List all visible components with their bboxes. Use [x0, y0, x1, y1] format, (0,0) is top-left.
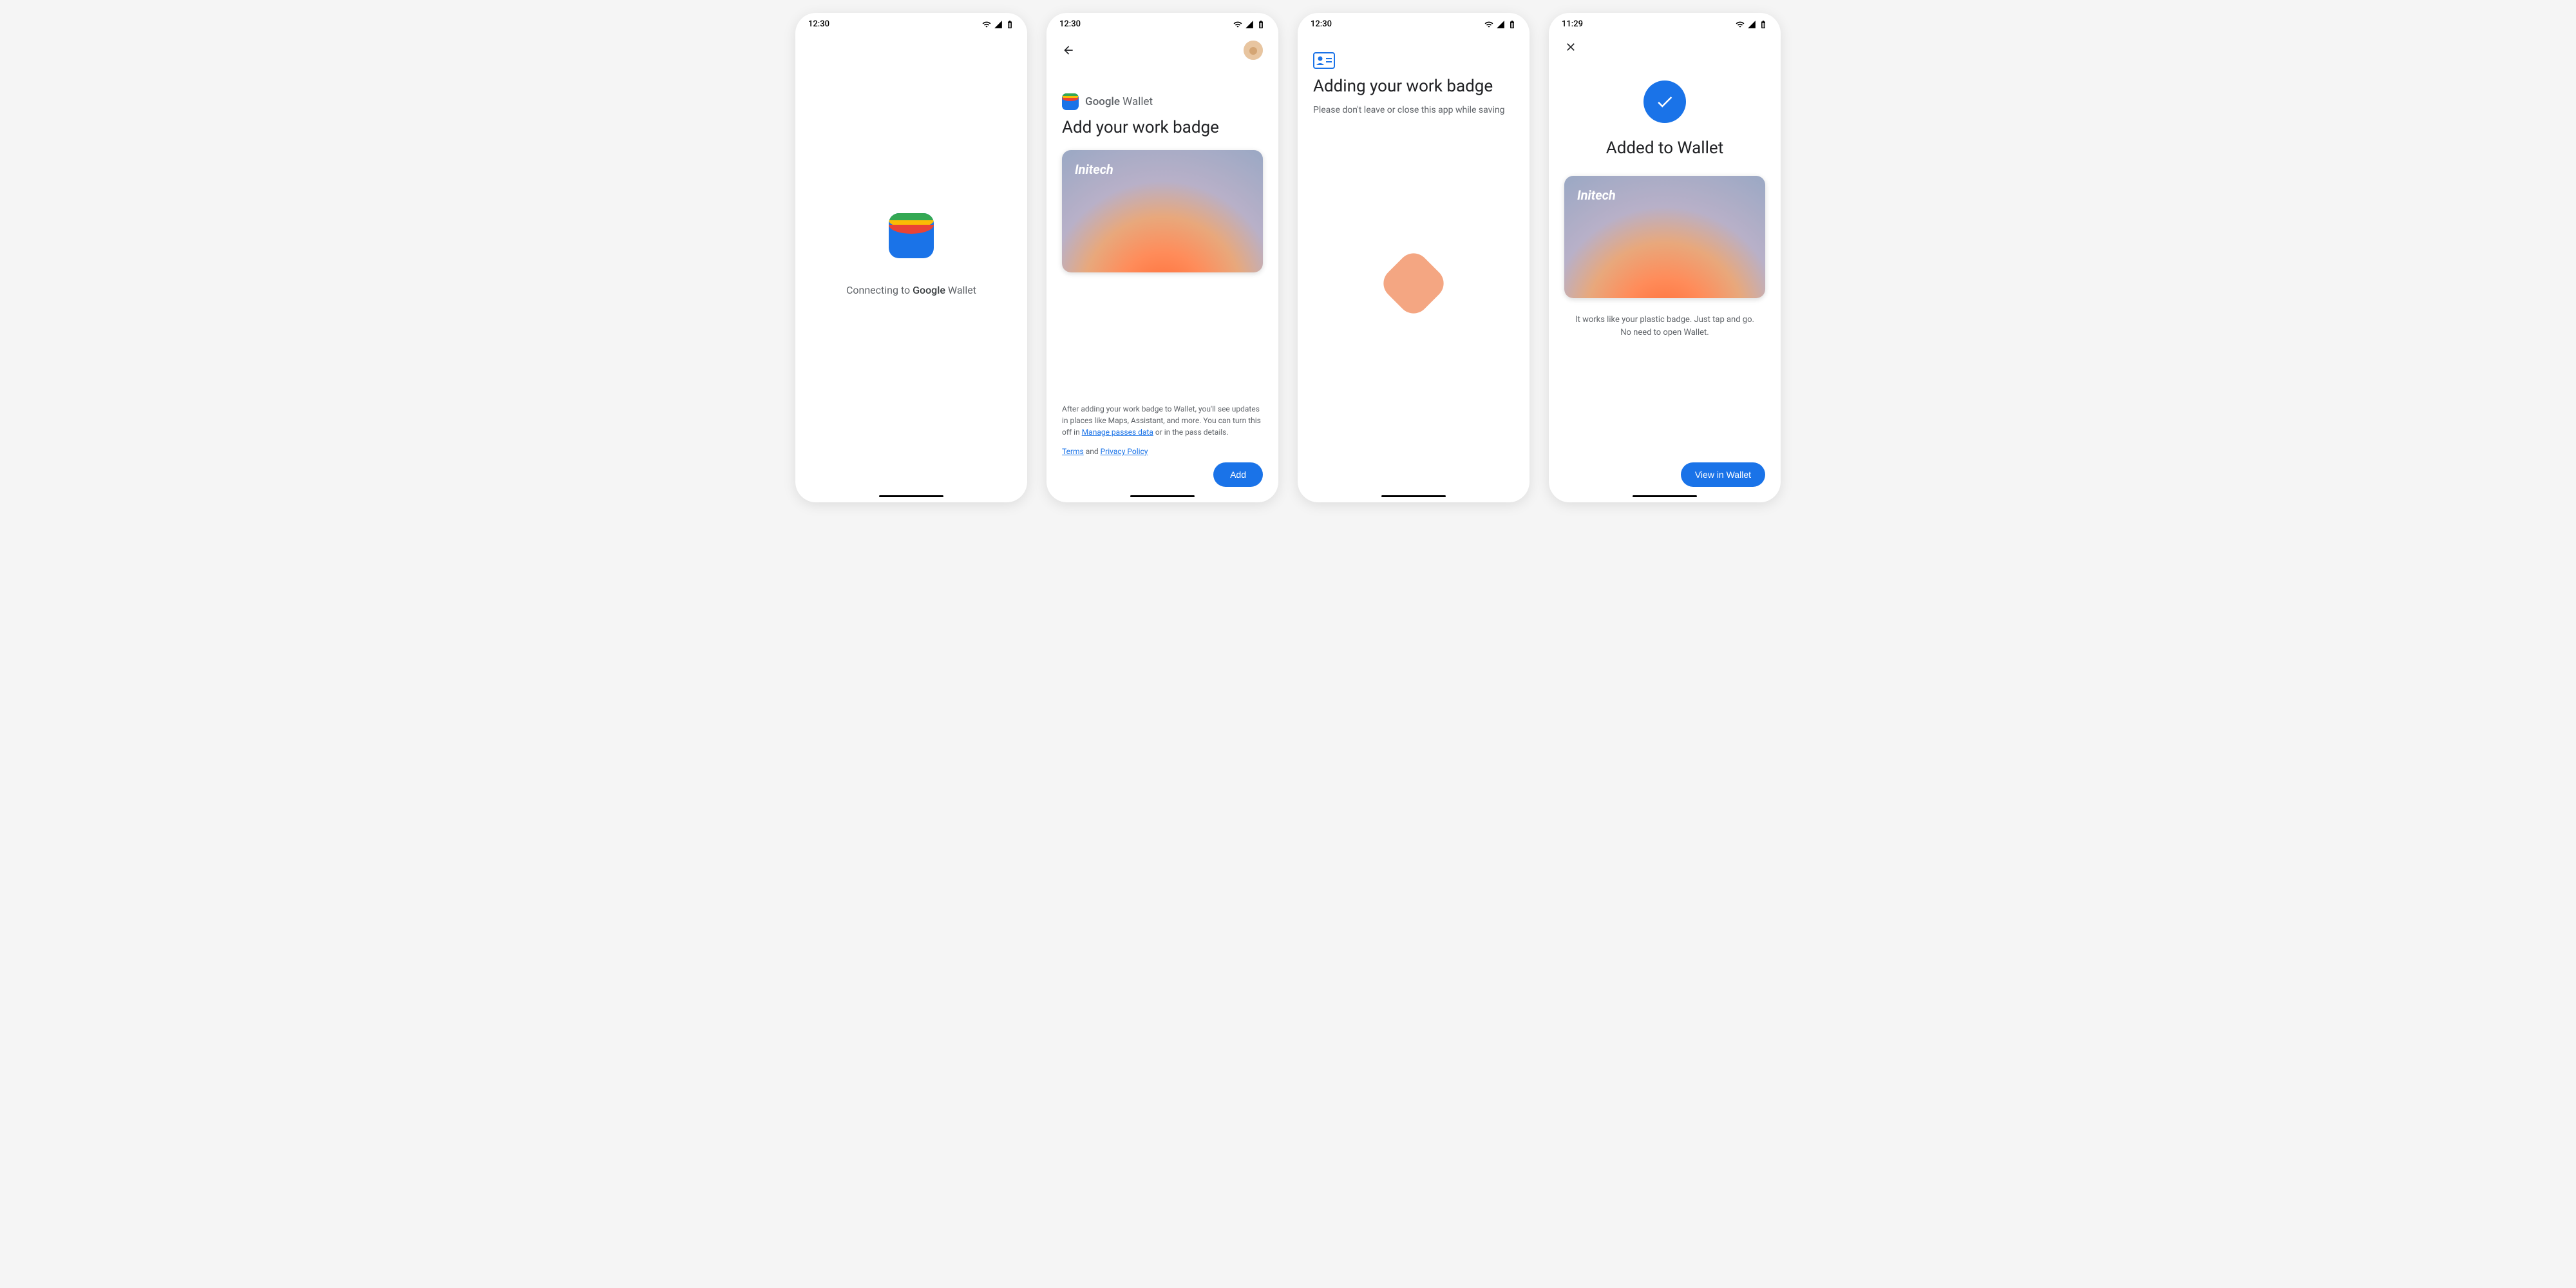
terms-link[interactable]: Terms	[1062, 447, 1084, 456]
page-title: Added to Wallet	[1606, 138, 1723, 158]
page-title: Add your work badge	[1062, 118, 1263, 137]
battery-icon	[1256, 20, 1265, 29]
signal-icon	[1245, 20, 1254, 29]
google-wallet-label: Google Wallet	[1085, 95, 1153, 108]
google-word: Google	[1085, 95, 1120, 108]
signal-icon	[1747, 20, 1756, 29]
close-icon[interactable]	[1564, 41, 1577, 53]
battery-icon	[1508, 20, 1517, 29]
add-button[interactable]: Add	[1213, 462, 1263, 487]
badge-brand-name: Initech	[1577, 187, 1616, 203]
battery-icon	[1759, 20, 1768, 29]
status-icons	[1233, 20, 1265, 29]
status-bar: 11:29	[1549, 13, 1781, 33]
wallet-logo-icon	[1062, 93, 1079, 110]
loading-spinner-icon	[1377, 247, 1450, 319]
status-time: 12:30	[1311, 19, 1332, 29]
wifi-icon	[1736, 20, 1745, 29]
home-indicator[interactable]	[1633, 495, 1697, 497]
status-bar: 12:30	[1298, 13, 1530, 33]
badge-brand-name: Initech	[1075, 162, 1113, 177]
badge-id-icon	[1313, 52, 1335, 69]
home-indicator[interactable]	[879, 495, 943, 497]
success-check-icon	[1643, 80, 1686, 123]
wallet-logo-icon	[889, 213, 934, 258]
phone-screen-added: 11:29 Added to Wallet Initech It works l…	[1549, 13, 1781, 502]
phone-screen-connecting: 12:30 Connecting to Google Wallet	[795, 13, 1027, 502]
phone-screen-adding: 12:30 Adding your work badge Please don'…	[1298, 13, 1530, 502]
signal-icon	[1496, 20, 1505, 29]
and-text: and	[1084, 447, 1101, 456]
avatar[interactable]	[1244, 41, 1263, 60]
home-indicator[interactable]	[1130, 495, 1195, 497]
wifi-icon	[1233, 20, 1242, 29]
google-wallet-brand: Google Wallet	[1062, 93, 1263, 110]
wallet-word: Wallet	[1120, 95, 1153, 108]
status-time: 12:30	[1059, 19, 1081, 29]
footer-disclosure: After adding your work badge to Wallet, …	[1062, 403, 1263, 502]
wallet-word: Wallet	[945, 284, 976, 296]
success-description: It works like your plastic badge. Just t…	[1564, 314, 1765, 339]
wifi-icon	[1484, 20, 1493, 29]
back-icon[interactable]	[1062, 44, 1075, 57]
footer-text-part2: or in the pass details.	[1153, 428, 1229, 437]
connecting-text: Connecting to Google Wallet	[846, 284, 976, 296]
phone-screen-add-badge: 12:30 Google Wallet Add your work badge	[1046, 13, 1278, 502]
work-badge-card: Initech	[1062, 150, 1263, 272]
status-icons	[1484, 20, 1517, 29]
status-time: 11:29	[1562, 19, 1583, 29]
manage-passes-link[interactable]: Manage passes data	[1082, 428, 1153, 437]
view-in-wallet-button[interactable]: View in Wallet	[1681, 462, 1765, 487]
work-badge-card: Initech	[1564, 176, 1765, 298]
google-word: Google	[913, 284, 945, 296]
privacy-policy-link[interactable]: Privacy Policy	[1101, 447, 1148, 456]
status-bar: 12:30	[1046, 13, 1278, 33]
connecting-prefix: Connecting to	[846, 284, 913, 296]
status-icons	[1736, 20, 1768, 29]
home-indicator[interactable]	[1381, 495, 1446, 497]
